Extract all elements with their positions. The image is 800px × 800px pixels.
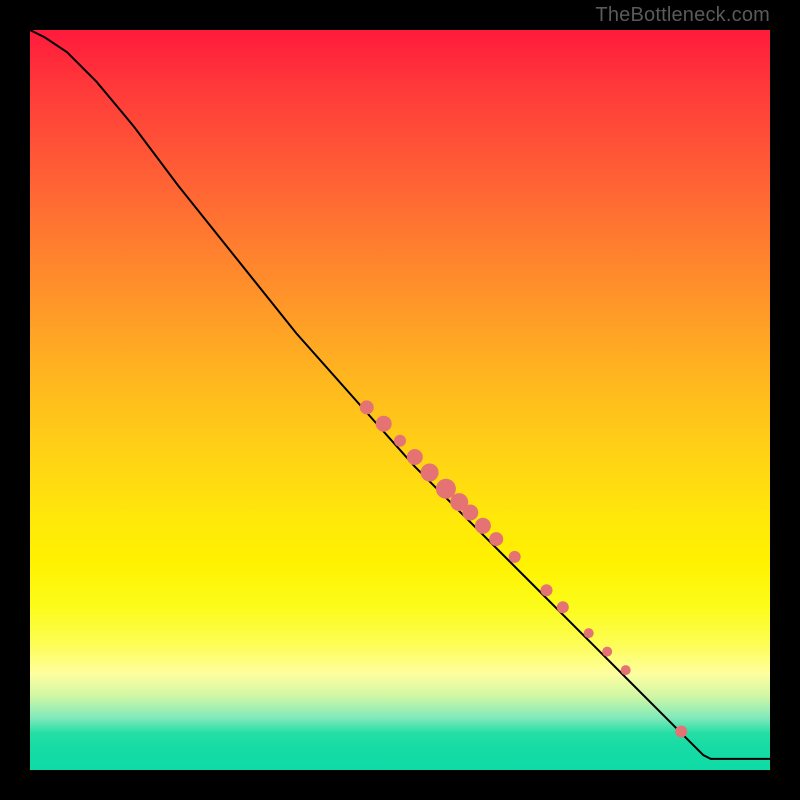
chart-frame: TheBottleneck.com [0, 0, 800, 800]
scatter-point [475, 518, 491, 534]
scatter-point [421, 464, 439, 482]
scatter-point [394, 435, 406, 447]
attribution-label: TheBottleneck.com [595, 4, 770, 27]
scatter-point [407, 449, 423, 465]
curve-line [30, 30, 770, 759]
scatter-group [360, 400, 688, 737]
scatter-point [621, 665, 631, 675]
scatter-point [509, 551, 521, 563]
plot-area [30, 30, 770, 770]
scatter-point [541, 584, 553, 596]
scatter-point [376, 416, 392, 432]
scatter-point [602, 647, 612, 657]
scatter-point [360, 400, 374, 414]
chart-svg [30, 30, 770, 770]
scatter-point [675, 726, 687, 738]
scatter-point [462, 505, 478, 521]
scatter-point [584, 628, 594, 638]
scatter-point [489, 532, 503, 546]
scatter-point [557, 601, 569, 613]
